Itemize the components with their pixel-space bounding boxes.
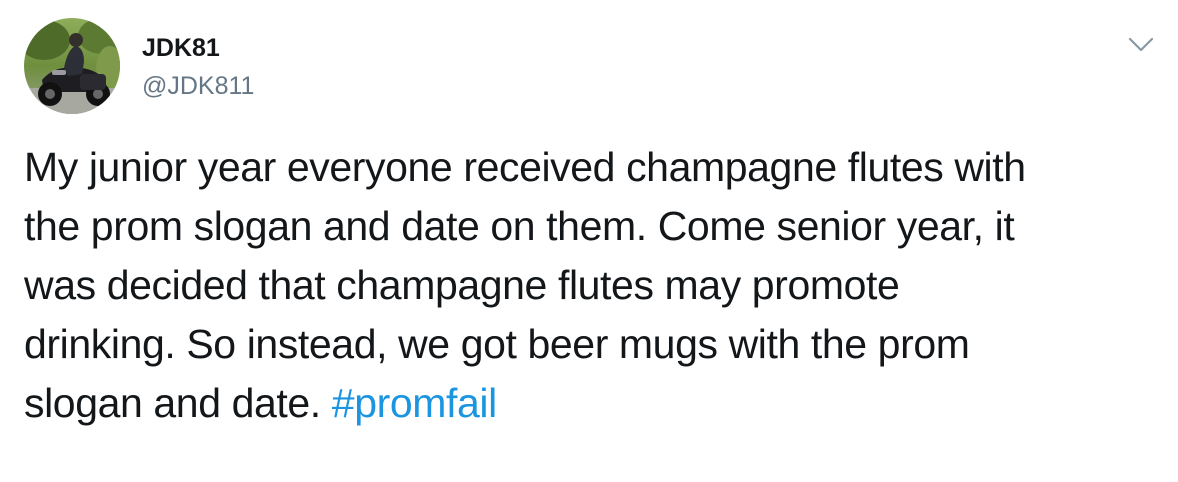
author-display-name[interactable]: JDK81 [142,33,220,63]
tweet-text-last-line: slogan and date. #promfail [24,374,1154,433]
tweet-menu-button[interactable] [1124,28,1158,62]
tweet-body: My junior year everyone received champag… [24,138,1154,433]
tweet-text-line: was decided that champagne flutes may pr… [24,262,900,308]
author-avatar[interactable] [24,18,120,114]
chevron-down-icon [1128,37,1154,52]
motorcycle-rider-avatar-icon [24,18,120,114]
tweet-text-line: My junior year everyone received champag… [24,144,1026,190]
hashtag-link[interactable]: #promfail [332,380,497,426]
tweet-text-line: the prom slogan and date on them. Come s… [24,203,1015,249]
author-handle[interactable]: @JDK811 [142,71,254,101]
tweet-card: JDK81 @JDK811 My junior year everyone re… [0,0,1178,482]
tweet-text-line: drinking. So instead, we got beer mugs w… [24,321,970,367]
tweet-text-line: slogan and date. [24,380,332,426]
